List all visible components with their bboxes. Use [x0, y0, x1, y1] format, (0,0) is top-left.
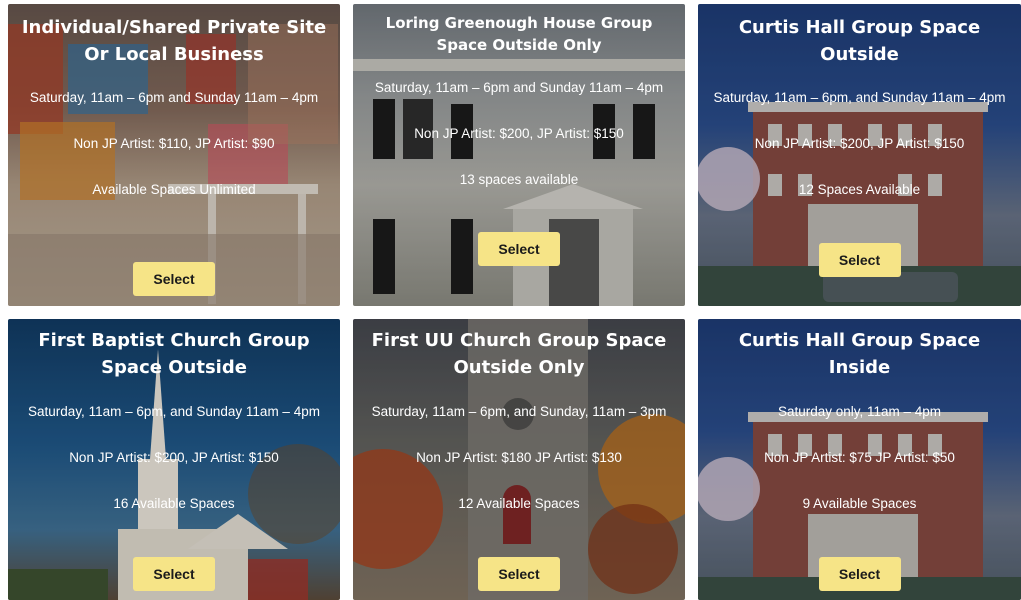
card-title: Curtis Hall Group Space Inside	[738, 330, 981, 378]
card-schedule: Saturday only, 11am – 4pm	[777, 404, 942, 419]
select-button[interactable]: Select	[133, 557, 215, 591]
card-price: Non JP Artist: $75 JP Artist: $50	[764, 450, 955, 465]
select-button[interactable]: Select	[818, 557, 901, 591]
card-title: First Baptist Church Group Space Outside	[38, 330, 310, 378]
card-title: First UU Church Group Space Outside Only	[371, 330, 667, 378]
card-availability: 16 Available Spaces	[113, 496, 235, 511]
select-button[interactable]: Select	[818, 243, 901, 277]
card-price: Non JP Artist: $110, JP Artist: $90	[73, 136, 275, 151]
card-loring-greenough: Loring Greenough House Group Space Outsi…	[353, 4, 685, 306]
card-schedule: Saturday, 11am – 6pm, and Sunday 11am – …	[28, 404, 320, 419]
card-availability: Available Spaces Unlimited	[92, 182, 256, 197]
card-first-baptist: First Baptist Church Group Space Outside…	[8, 319, 340, 600]
card-price: Non JP Artist: $200, JP Artist: $150	[69, 450, 279, 465]
select-button[interactable]: Select	[478, 232, 560, 266]
card-first-uu: First UU Church Group Space Outside Only…	[353, 319, 685, 600]
card-schedule: Saturday, 11am – 6pm and Sunday 11am – 4…	[374, 80, 664, 95]
card-private-site: Individual/Shared Private Site Or Local …	[8, 4, 340, 306]
card-title: Curtis Hall Group Space Outside	[738, 17, 981, 65]
card-price: Non JP Artist: $200, JP Artist: $150	[754, 136, 965, 151]
select-button[interactable]: Select	[133, 262, 215, 296]
card-schedule: Saturday, 11am – 6pm, and Sunday, 11am –…	[371, 404, 667, 419]
card-schedule: Saturday, 11am – 6pm, and Sunday 11am – …	[713, 90, 1006, 105]
card-availability: 9 Available Spaces	[802, 496, 917, 511]
card-availability: 12 Spaces Available	[798, 182, 921, 197]
card-curtis-hall-inside: Curtis Hall Group Space Inside Saturday …	[698, 319, 1021, 600]
card-price: Non JP Artist: $180 JP Artist: $130	[416, 450, 622, 465]
select-button[interactable]: Select	[478, 557, 560, 591]
card-schedule: Saturday, 11am – 6pm and Sunday 11am – 4…	[29, 90, 319, 105]
card-price: Non JP Artist: $200, JP Artist: $150	[414, 126, 624, 141]
card-availability: 12 Available Spaces	[458, 496, 580, 511]
card-title: Loring Greenough House Group Space Outsi…	[385, 14, 653, 54]
card-availability: 13 spaces available	[459, 172, 579, 187]
card-title: Individual/Shared Private Site Or Local …	[21, 17, 327, 65]
card-curtis-hall-outside: Curtis Hall Group Space Outside Saturday…	[698, 4, 1021, 306]
